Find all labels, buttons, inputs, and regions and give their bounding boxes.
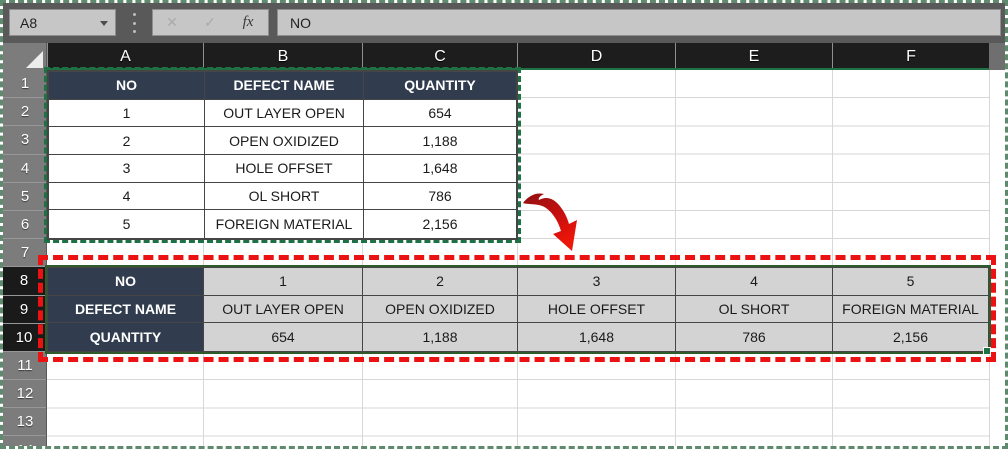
row-header-11[interactable]: 11: [3, 352, 47, 380]
row-header-8[interactable]: 8: [3, 267, 47, 295]
row-header-strip: 1 2 3 4 5 6 7 8 9 10 11 12 13 14: [3, 70, 47, 446]
formula-bar-value: NO: [278, 15, 311, 31]
row-header-12[interactable]: 12: [3, 380, 47, 408]
row-header-10[interactable]: 10: [3, 324, 47, 352]
source-cell[interactable]: 1: [49, 100, 205, 128]
source-header-cell[interactable]: QUANTITY: [364, 72, 516, 100]
source-cell[interactable]: 5: [49, 210, 205, 238]
source-cell[interactable]: OUT LAYER OPEN: [205, 100, 364, 128]
row-header-14[interactable]: 14: [3, 436, 47, 446]
transposed-cell[interactable]: 1,648: [518, 323, 676, 351]
transposed-cell[interactable]: 654: [204, 323, 363, 351]
gridline: [989, 70, 990, 446]
row-header-9[interactable]: 9: [3, 296, 47, 324]
source-cell[interactable]: 1,648: [364, 155, 516, 183]
name-box-dropdown-icon[interactable]: [100, 21, 108, 26]
transposed-cell[interactable]: 4: [676, 268, 833, 296]
row-header-1[interactable]: 1: [3, 70, 47, 98]
column-header-strip: A B C D E F: [3, 43, 1005, 70]
source-cell[interactable]: FOREIGN MATERIAL: [205, 210, 364, 238]
transposed-cell[interactable]: OUT LAYER OPEN: [204, 296, 363, 324]
column-header-f[interactable]: F: [832, 43, 989, 70]
insert-function-icon[interactable]: fx: [229, 14, 267, 31]
column-header-a[interactable]: A: [47, 43, 203, 70]
select-all-button[interactable]: [3, 43, 47, 70]
row-header-4[interactable]: 4: [3, 155, 47, 183]
row-header-3[interactable]: 3: [3, 126, 47, 154]
gridline: [675, 70, 676, 446]
column-header-c[interactable]: C: [362, 43, 517, 70]
transposed-cell[interactable]: HOLE OFFSET: [518, 296, 676, 324]
gridline: [832, 70, 833, 446]
fill-handle[interactable]: [983, 347, 991, 355]
source-cell[interactable]: 1,188: [364, 127, 516, 155]
transposed-cell[interactable]: OPEN OXIDIZED: [363, 296, 518, 324]
source-cell[interactable]: 4: [49, 183, 205, 211]
source-cell[interactable]: 786: [364, 183, 516, 211]
source-cell[interactable]: HOLE OFFSET: [205, 155, 364, 183]
transposed-cell[interactable]: 1: [204, 268, 363, 296]
source-cell[interactable]: OL SHORT: [205, 183, 364, 211]
column-header-e[interactable]: E: [675, 43, 832, 70]
enter-icon[interactable]: ✓: [191, 14, 229, 31]
red-curved-arrow-icon: [520, 186, 584, 254]
column-header-b[interactable]: B: [203, 43, 362, 70]
row-header-13[interactable]: 13: [3, 408, 47, 436]
source-cell[interactable]: 2,156: [364, 210, 516, 238]
transposed-header-cell[interactable]: NO: [48, 268, 204, 296]
transposed-table: NO 1 2 3 4 5 DEFECT NAME OUT LAYER OPEN …: [47, 267, 989, 352]
transposed-cell[interactable]: OL SHORT: [676, 296, 833, 324]
transposed-cell[interactable]: 2,156: [833, 323, 988, 351]
transposed-cell[interactable]: 5: [833, 268, 988, 296]
transposed-cell[interactable]: FOREIGN MATERIAL: [833, 296, 988, 324]
transposed-header-cell[interactable]: DEFECT NAME: [48, 296, 204, 324]
transposed-cell[interactable]: 1,188: [363, 323, 518, 351]
select-all-triangle-icon: [26, 51, 43, 68]
source-cell[interactable]: 3: [49, 155, 205, 183]
column-header-d[interactable]: D: [517, 43, 675, 70]
transposed-cell[interactable]: 3: [518, 268, 676, 296]
cancel-icon[interactable]: ✕: [153, 14, 191, 31]
transposed-header-cell[interactable]: QUANTITY: [48, 323, 204, 351]
source-cell[interactable]: OPEN OXIDIZED: [205, 127, 364, 155]
excel-content: A8 ✕ ✓ fx NO A B C D E F 1 2 3 4 5 6 7 8…: [3, 3, 1005, 446]
source-table: NO DEFECT NAME QUANTITY 1 OUT LAYER OPEN…: [47, 70, 518, 240]
formula-toolbar: A8 ✕ ✓ fx NO: [3, 3, 1005, 43]
transposed-cell[interactable]: 2: [363, 268, 518, 296]
source-cell[interactable]: 654: [364, 100, 516, 128]
source-header-cell[interactable]: DEFECT NAME: [205, 72, 364, 100]
formula-bar[interactable]: NO: [277, 9, 1001, 36]
row-header-7[interactable]: 7: [3, 239, 47, 267]
row-header-6[interactable]: 6: [3, 211, 47, 239]
row-header-2[interactable]: 2: [3, 98, 47, 126]
formula-buttons: ✕ ✓ fx: [152, 9, 269, 36]
source-header-cell[interactable]: NO: [49, 72, 205, 100]
name-box-value: A8: [10, 15, 37, 31]
name-box[interactable]: A8: [9, 9, 116, 36]
transposed-cell[interactable]: 786: [676, 323, 833, 351]
row-header-5[interactable]: 5: [3, 183, 47, 211]
source-cell[interactable]: 2: [49, 127, 205, 155]
toolbar-separator-dots: [133, 13, 137, 33]
excel-window: A8 ✕ ✓ fx NO A B C D E F 1 2 3 4 5 6 7 8…: [0, 0, 1008, 449]
